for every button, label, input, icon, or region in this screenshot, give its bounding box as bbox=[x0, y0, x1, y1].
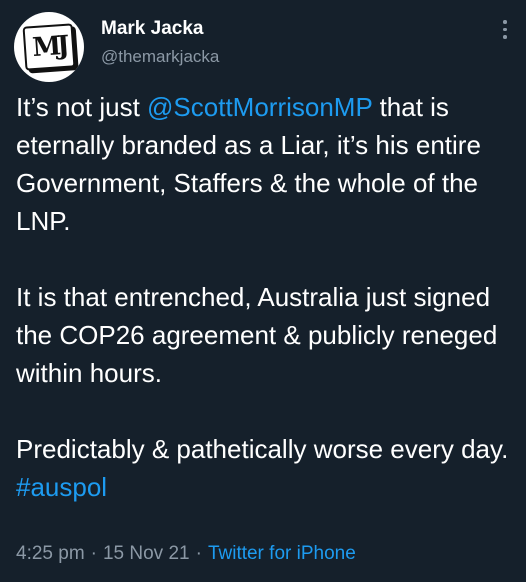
paragraph-3: Predictably & pathetically worse every d… bbox=[16, 434, 509, 464]
author-handle[interactable]: @themarkjacka bbox=[101, 47, 219, 67]
tweet-meta: 4:25 pm · 15 Nov 21 · Twitter for iPhone bbox=[16, 543, 356, 565]
tweet-time[interactable]: 4:25 pm bbox=[16, 543, 85, 564]
separator: · bbox=[195, 543, 202, 564]
paragraph-2: It is that entrenched, Australia just si… bbox=[16, 282, 498, 388]
author-name[interactable]: Mark Jacka bbox=[101, 18, 203, 40]
separator: · bbox=[90, 543, 97, 564]
avatar[interactable]: MJ bbox=[14, 12, 84, 82]
more-vertical-icon[interactable] bbox=[502, 20, 508, 39]
text-segment: It’s not just bbox=[16, 92, 148, 122]
tweet-text: It’s not just @ScottMorrisonMP that is e… bbox=[16, 88, 516, 506]
source-link[interactable]: Twitter for iPhone bbox=[208, 543, 356, 564]
mj-logo: MJ bbox=[22, 23, 76, 71]
hashtag-link[interactable]: #auspol bbox=[16, 468, 516, 506]
mention-link[interactable]: @ScottMorrisonMP bbox=[147, 92, 372, 122]
tweet-date[interactable]: 15 Nov 21 bbox=[103, 543, 190, 564]
tweet-card: MJ Mark Jacka @themarkjacka It’s not jus… bbox=[0, 0, 526, 582]
paragraph-1: It’s not just @ScottMorrisonMP that is e… bbox=[16, 88, 516, 240]
